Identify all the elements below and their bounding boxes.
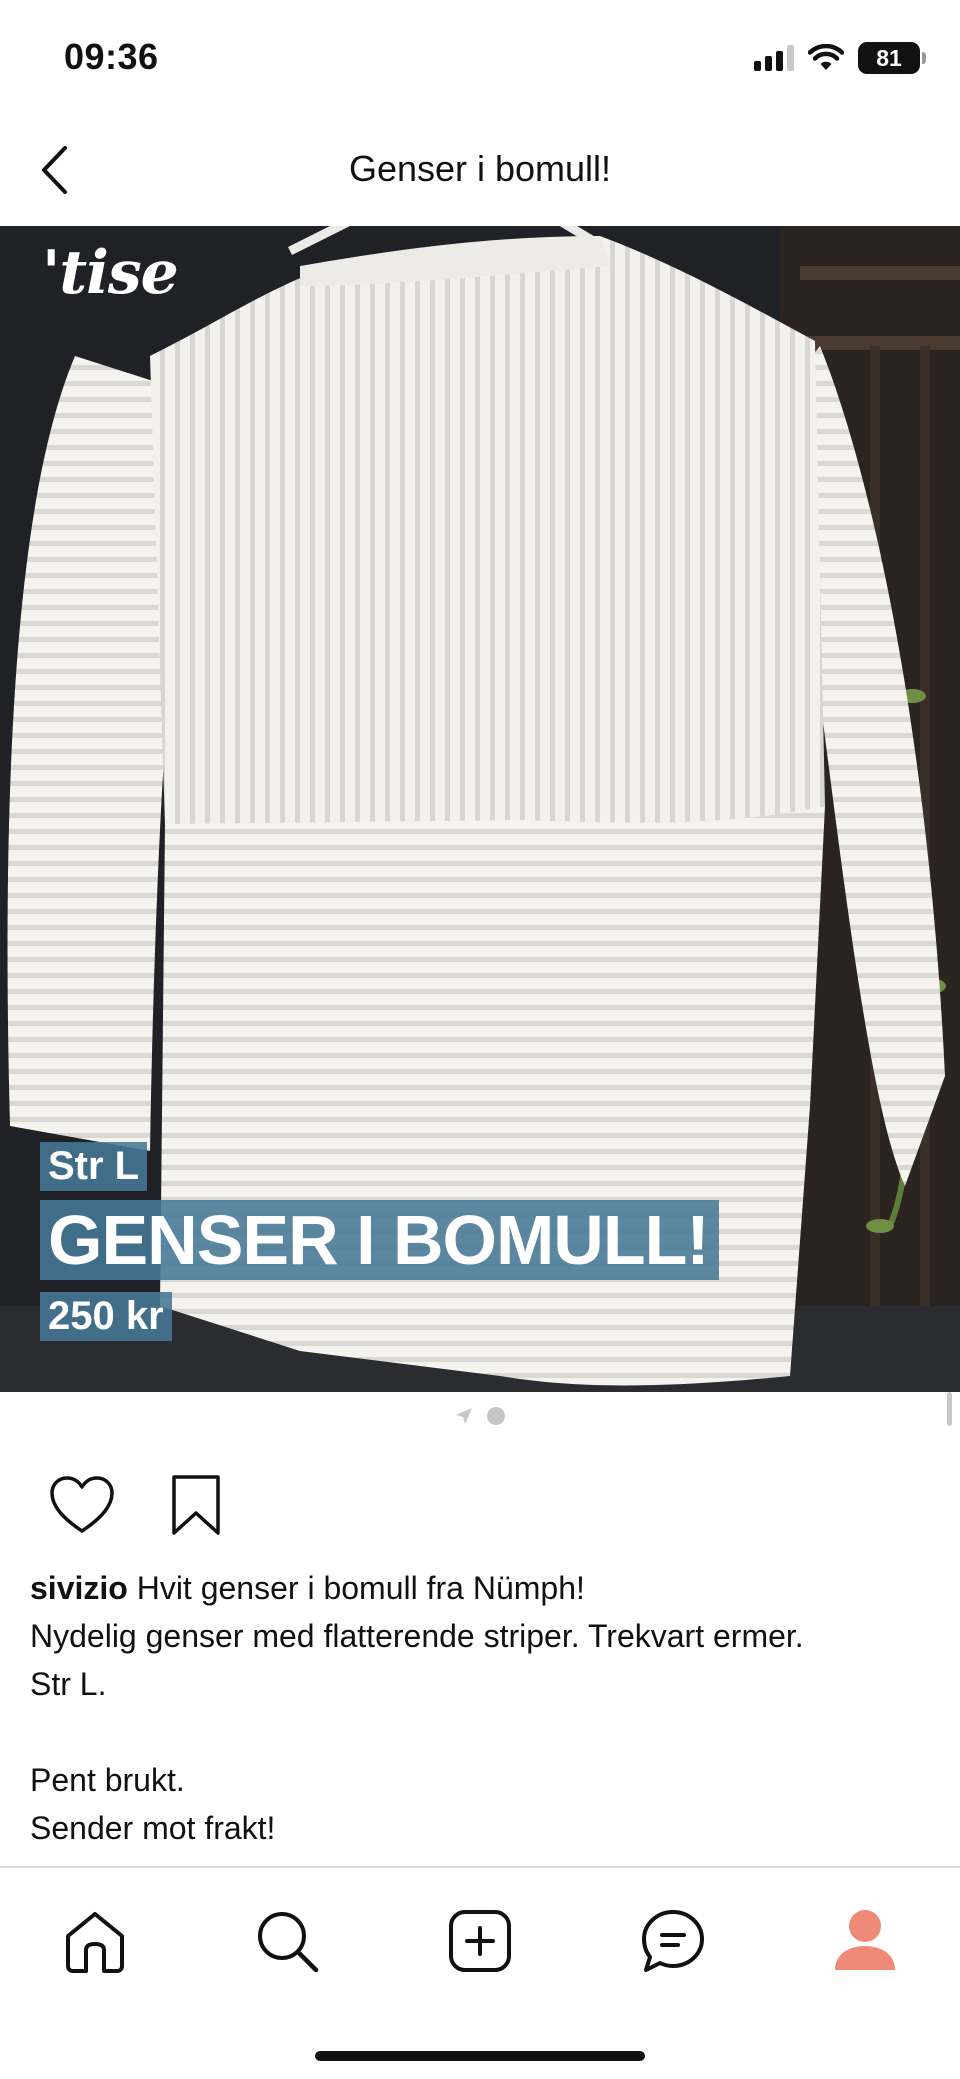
overlay-size-text: Str L xyxy=(40,1142,148,1191)
seller-username[interactable]: sivizio xyxy=(30,1570,128,1606)
battery-icon: 81 xyxy=(858,42,926,74)
bookmark-icon xyxy=(172,1475,220,1535)
heart-icon xyxy=(50,1476,114,1533)
wifi-icon xyxy=(808,44,844,70)
signal-icon xyxy=(754,45,794,71)
overlay-price: 250 kr xyxy=(40,1292,172,1341)
action-row xyxy=(48,1470,230,1540)
save-button[interactable] xyxy=(162,1471,230,1539)
scroll-indicator[interactable] xyxy=(947,1392,952,1426)
image-pager xyxy=(0,1404,960,1428)
overlay-size: Str L xyxy=(40,1142,148,1191)
page-title: Genser i bomull! xyxy=(348,148,612,189)
overlay-title-text: GENSER I BOMULL! xyxy=(40,1200,719,1280)
tab-profile[interactable] xyxy=(820,1896,910,1986)
search-icon xyxy=(258,1912,319,1973)
home-indicator xyxy=(315,2051,645,2061)
tab-search[interactable] xyxy=(242,1896,332,1986)
overlay-price-text: 250 kr xyxy=(40,1292,172,1341)
bottom-tab-bar xyxy=(0,1866,960,2079)
description-first-line: sivizio Hvit genser i bomull fra Nümph! xyxy=(30,1564,940,1612)
like-button[interactable] xyxy=(48,1471,116,1539)
description-intro: Hvit genser i bomull fra Nümph! xyxy=(127,1570,585,1606)
profile-icon xyxy=(835,1910,895,1970)
listing-photo[interactable]: 'tise Str L GENSER I BOMULL! 250 kr xyxy=(0,226,960,1392)
listing-description: sivizio Hvit genser i bomull fra Nümph! … xyxy=(30,1564,940,1852)
battery-level: 81 xyxy=(876,44,902,71)
nav-header: Genser i bomull! xyxy=(0,118,960,226)
add-icon xyxy=(449,1910,511,1972)
pager-dot-active[interactable] xyxy=(487,1407,505,1425)
description-line: Nydelig genser med flatterende striper. … xyxy=(30,1618,804,1654)
tise-logo: 'tise xyxy=(42,238,179,308)
description-line: Sender mot frakt! xyxy=(30,1810,276,1846)
tab-messages[interactable] xyxy=(628,1896,718,1986)
tab-home[interactable] xyxy=(50,1896,140,1986)
status-bar: 09:36 81 xyxy=(0,0,960,118)
description-line: Str L. xyxy=(30,1666,107,1702)
description-line: Pent brukt. xyxy=(30,1762,185,1798)
tab-add[interactable] xyxy=(435,1896,525,1986)
status-time: 09:36 xyxy=(64,36,159,77)
chat-icon xyxy=(642,1910,704,1972)
overlay-title: GENSER I BOMULL! xyxy=(40,1200,719,1280)
location-arrow-icon xyxy=(456,1408,472,1424)
description-line xyxy=(30,1708,940,1756)
home-icon xyxy=(66,1912,124,1973)
status-icons: 81 xyxy=(754,42,926,74)
